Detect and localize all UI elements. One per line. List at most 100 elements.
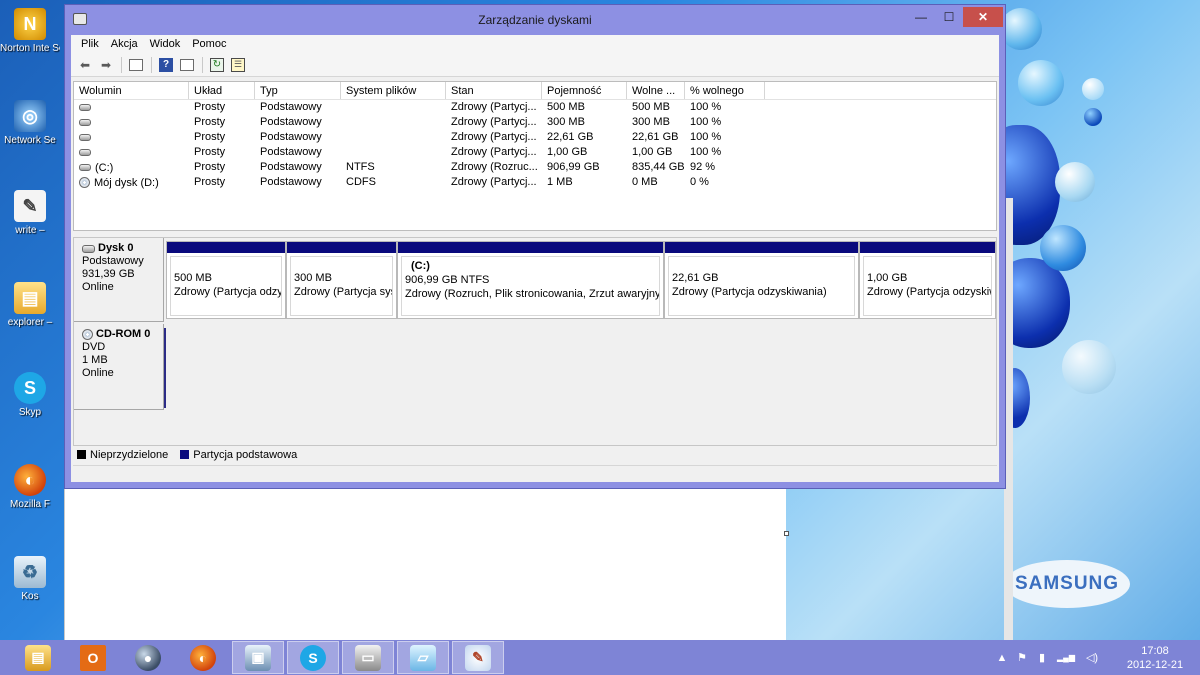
column-header-layout[interactable]: Układ <box>189 82 255 99</box>
table-row[interactable]: Prosty Podstawowy Zdrowy (Partycj... 500 MB… <box>74 100 996 115</box>
taskbar-button-rdp[interactable]: ▣ <box>232 641 284 674</box>
cdrom-icon <box>82 329 93 340</box>
taskbar-button-office[interactable]: O <box>67 641 119 674</box>
cell-status: Zdrowy (Rozruc... <box>451 161 538 173</box>
toolbar-separator <box>202 56 203 73</box>
table-row[interactable]: Prosty Podstawowy Zdrowy (Partycj... 300 MB… <box>74 115 996 130</box>
column-header-file-system[interactable]: System plików <box>341 82 446 99</box>
desktop-shortcut[interactable]: N Norton Inte Security <box>0 8 60 54</box>
samsung-logo: SAMSUNG <box>1004 560 1130 608</box>
unallocated-swatch <box>77 449 86 459</box>
partition-body: 300 MB Zdrowy (Partycja systemowa EFI) <box>290 256 393 316</box>
partition-status: Zdrowy (Partycja odzyskiwania) <box>174 286 281 298</box>
taskbar-button-explorer[interactable]: ▤ <box>12 641 64 674</box>
maximize-button[interactable]: ☐ <box>935 7 963 27</box>
column-header-status[interactable]: Stan <box>446 82 542 99</box>
back-arrow-icon[interactable]: ⬅ <box>75 56 95 74</box>
partition-recovery-3[interactable]: 1,00 GB Zdrowy (Partycja odzyskiwania) <box>859 241 996 319</box>
cell-volume <box>74 115 189 130</box>
cell-filler <box>765 145 996 160</box>
cell-filler <box>765 175 996 190</box>
taskbar-button-paint[interactable]: ✎ <box>452 641 504 674</box>
taskbar-button-notepad[interactable]: ▱ <box>397 641 449 674</box>
desktop-shortcut[interactable]: S Skyp <box>0 372 60 418</box>
rdp-icon: ▣ <box>245 644 271 671</box>
help-icon[interactable]: ? <box>156 56 176 74</box>
desktop-shortcut[interactable]: ✎ write – <box>0 190 60 236</box>
taskbar-button-globe[interactable]: ● <box>122 641 174 674</box>
firefox-icon: ◐ <box>190 644 216 671</box>
cdrom-0-label[interactable]: CD-ROM 0 DVD 1 MB Online <box>74 324 164 410</box>
desktop-shortcut[interactable]: ▤ explorer – <box>0 282 60 328</box>
cell-status: Zdrowy (Partycj... <box>451 101 537 113</box>
minimize-button[interactable]: — <box>907 7 935 27</box>
partition-recovery-1[interactable]: 500 MB Zdrowy (Partycja odzyskiwania) <box>166 241 286 319</box>
menu-help[interactable]: Pomoc <box>186 38 232 50</box>
norton-icon: N <box>14 8 46 40</box>
table-row[interactable]: Prosty Podstawowy Zdrowy (Partycj... 1,00 G… <box>74 145 996 160</box>
cell-percent-free: 100 % <box>690 116 722 128</box>
menu-file[interactable]: Plik <box>75 38 105 50</box>
taskbar-button-disk-management[interactable]: ▭ <box>342 641 394 674</box>
legend-primary-label: Partycja podstawowa <box>193 448 298 461</box>
menu-action[interactable]: Akcja <box>105 38 144 50</box>
desktop-shortcut[interactable]: ◐ Mozilla F <box>0 464 60 510</box>
cell-file-system: NTFS <box>346 161 375 173</box>
partition-bar <box>398 242 663 253</box>
column-header-free-space[interactable]: Wolne ... <box>627 82 685 99</box>
forward-arrow-icon[interactable]: ➡ <box>96 56 116 74</box>
partition-size: 500 MB <box>174 272 212 284</box>
taskbar-button-skype[interactable]: S <box>287 641 339 674</box>
primary-swatch <box>180 449 190 459</box>
show-hidden-icons-icon[interactable]: ▲ <box>994 652 1010 664</box>
table-row[interactable]: (C:) Prosty Podstawowy NTFS Zdrowy (Rozruc..… <box>74 160 996 175</box>
cell-layout: Prosty <box>194 101 226 113</box>
partition-bar <box>860 242 995 253</box>
close-button[interactable]: ✕ <box>963 7 1003 27</box>
table-row[interactable]: Mój dysk (D:) Prosty Podstawowy CDFS Zdrowy … <box>74 175 996 190</box>
disk-0-label[interactable]: Dysk 0 Podstawowy 931,39 GB Online <box>74 238 164 322</box>
column-header-type[interactable]: Typ <box>255 82 341 99</box>
desktop-shortcut-label: Mozilla F <box>9 499 50 510</box>
partition-c[interactable]: (C:) 906,99 GB NTFS Zdrowy (Rozruch, Pli… <box>397 241 664 319</box>
menu-view[interactable]: Widok <box>144 38 187 50</box>
disk-0-status: Online <box>82 281 114 293</box>
firefox-icon: ◐ <box>14 464 46 496</box>
disk-management-window: Zarządzanie dyskami — ☐ ✕ Plik Akcja Wid… <box>64 4 1006 489</box>
table-row[interactable]: Prosty Podstawowy Zdrowy (Partycj... 22,61 … <box>74 130 996 145</box>
volume-icon[interactable]: ◁) <box>1082 651 1102 664</box>
battery-icon[interactable]: ▮ <box>1034 651 1050 664</box>
cdrom-volume-strip[interactable] <box>164 328 167 408</box>
clock[interactable]: 17:08 2012-12-21 <box>1110 644 1200 672</box>
cell-file-system <box>341 115 446 130</box>
cell-volume: (C:) <box>74 160 189 175</box>
title-bar[interactable]: Zarządzanie dyskami — ☐ ✕ <box>65 5 1005 35</box>
desktop-shortcut[interactable]: ◎ Network Se <box>0 100 60 146</box>
partition-status: Zdrowy (Rozruch, Plik stronicowania, Zrz… <box>405 288 660 300</box>
cell-free-space: 300 MB <box>632 116 670 128</box>
skype-icon: S <box>14 372 46 404</box>
column-header-volume[interactable]: Wolumin <box>74 82 189 99</box>
column-header-percent-free[interactable]: % wolnego <box>685 82 765 99</box>
disk-0-name-text: Dysk 0 <box>98 242 134 254</box>
action-center-flag-icon[interactable]: ⚑ <box>1014 651 1030 664</box>
show-pane-icon[interactable] <box>177 56 197 74</box>
partition-recovery-2[interactable]: 22,61 GB Zdrowy (Partycja odzyskiwania) <box>664 241 859 319</box>
properties-icon[interactable]: ☰ <box>228 56 248 74</box>
desktop-shortcut[interactable]: ♻ Kos <box>0 556 60 602</box>
cell-free-space: 0 MB <box>632 176 658 188</box>
partition-efi[interactable]: 300 MB Zdrowy (Partycja systemowa EFI) <box>286 241 397 319</box>
refresh-icon[interactable]: ↻ <box>207 56 227 74</box>
resize-handle <box>784 531 789 536</box>
explorer-icon: ▤ <box>14 282 46 314</box>
partition-status: Zdrowy (Partycja odzyskiwania) <box>672 286 827 298</box>
volume-name: (C:) <box>95 161 114 174</box>
network-icon: ◎ <box>14 100 46 132</box>
desktop-shortcut-label: Kos <box>21 591 39 602</box>
taskbar-button-firefox[interactable]: ◐ <box>177 641 229 674</box>
column-header-capacity[interactable]: Pojemność <box>542 82 627 99</box>
cell-capacity: 22,61 GB <box>547 131 594 143</box>
cell-free-space: 22,61 GB <box>632 131 679 143</box>
network-signal-icon[interactable]: ▂▄▆ <box>1054 653 1078 662</box>
console-tree-icon[interactable] <box>126 56 146 74</box>
